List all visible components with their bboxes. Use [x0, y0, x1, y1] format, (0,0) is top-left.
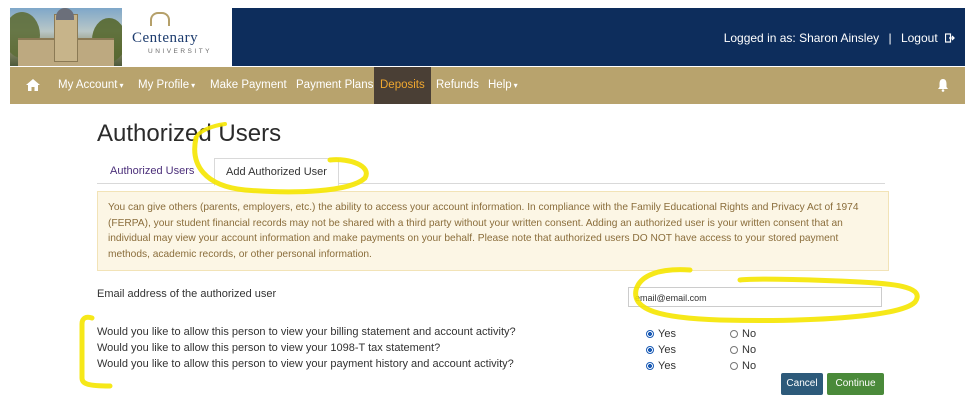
user-area: Logged in as: Sharon Ainsley | Logout [724, 30, 955, 45]
logo-name: Centenary [132, 30, 199, 46]
email-field[interactable]: email@email.com [628, 287, 882, 307]
home-icon[interactable] [25, 78, 41, 92]
continue-button[interactable]: Continue [827, 373, 884, 395]
logo-seal-icon [150, 12, 170, 26]
question-1098t: Would you like to allow this person to v… [97, 342, 441, 354]
nav-my-profile[interactable]: My Profile ▾ [138, 67, 195, 104]
campus-photo [10, 8, 122, 66]
nav-make-payment[interactable]: Make Payment [210, 67, 287, 104]
logged-in-text: Logged in as: Sharon Ainsley [723, 30, 880, 45]
main-nav: My Account ▾ My Profile ▾ Make Payment Pay… [10, 67, 965, 104]
nav-help[interactable]: Help ▾ [488, 67, 518, 104]
logo-subtitle: UNIVERSITY [148, 48, 213, 55]
logout-icon[interactable] [945, 33, 955, 43]
radio-billing-yes[interactable]: Yes [646, 328, 676, 340]
radio-history-no[interactable]: No [730, 360, 756, 372]
tab-add-authorized-user[interactable]: Add Authorized User [214, 158, 339, 186]
site-header: Centenary UNIVERSITY Logged in as: Sharo… [10, 8, 965, 66]
university-logo[interactable]: Centenary UNIVERSITY [122, 8, 232, 66]
bell-icon[interactable] [937, 78, 949, 92]
nav-deposits[interactable]: Deposits [374, 67, 431, 104]
radio-billing-no[interactable]: No [730, 328, 756, 340]
question-billing: Would you like to allow this person to v… [97, 326, 516, 338]
nav-refunds[interactable]: Refunds [436, 67, 479, 104]
nav-my-account[interactable]: My Account ▾ [58, 67, 123, 104]
question-payment-history: Would you like to allow this person to v… [97, 358, 514, 370]
radio-1098t-yes[interactable]: Yes [646, 344, 676, 356]
nav-payment-plans[interactable]: Payment Plans [296, 67, 373, 104]
logout-link[interactable]: Logout [901, 31, 938, 45]
page-title: Authorized Users [97, 120, 282, 147]
ferpa-notice: You can give others (parents, employers,… [97, 191, 889, 271]
radio-history-yes[interactable]: Yes [646, 360, 676, 372]
tab-authorized-users[interactable]: Authorized Users [110, 165, 194, 177]
radio-1098t-no[interactable]: No [730, 344, 756, 356]
cancel-button[interactable]: Cancel [781, 373, 823, 395]
email-label: Email address of the authorized user [97, 288, 277, 300]
header-separator: | [888, 30, 892, 45]
